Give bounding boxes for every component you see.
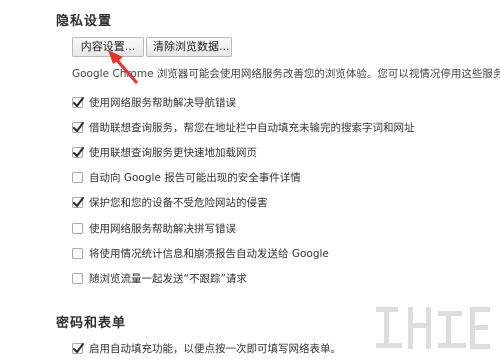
- checkmark-icon: [73, 197, 84, 208]
- checkbox-label: 自动向 Google 报告可能出现的安全事件详情: [89, 172, 301, 185]
- checkbox-unchecked[interactable]: [72, 172, 83, 184]
- checkbox-unchecked[interactable]: [72, 222, 83, 234]
- passwords-section-title: 密码和表单: [56, 316, 127, 331]
- checkbox-label: 使用网络服务帮助解决拼写错误: [89, 222, 236, 235]
- checkmark-icon: [73, 146, 84, 157]
- checkbox-row[interactable]: 保护您和您的设备不受危险网站的侵害: [72, 195, 268, 211]
- content-settings-button[interactable]: 内容设置...: [72, 37, 144, 57]
- checkbox-row[interactable]: 借助联想查询服务，帮您在地址栏中自动填充未输完的搜索字词和网址: [72, 119, 415, 135]
- checkbox-label: 将使用情况统计信息和崩溃报告自动发送给 Google: [89, 247, 329, 260]
- checkbox-row[interactable]: 启用自动填充功能，以便点按一次即可填写网络表单。: [72, 340, 341, 356]
- privacy-description: Google Chrome 浏览器可能会使用网络服务改善您的浏览体验。您可以视情…: [72, 68, 500, 80]
- checkbox-row[interactable]: 将使用情况统计信息和崩溃报告自动发送给 Google: [72, 245, 329, 261]
- checkmark-icon: [73, 342, 84, 353]
- watermark-logo-icon: [376, 307, 490, 349]
- checkbox-label: 随浏览流量一起发送“不跟踪”请求: [89, 272, 247, 285]
- checkbox-row[interactable]: 使用网络服务帮助解决导航错误: [72, 94, 236, 110]
- checkbox-label: 使用联想查询服务更快速地加载网页: [89, 146, 257, 159]
- checkbox-checked[interactable]: [72, 146, 84, 158]
- checkbox-checked[interactable]: [72, 197, 84, 209]
- checkmark-icon: [73, 96, 84, 107]
- checkbox-label: 保护您和您的设备不受危险网站的侵害: [89, 197, 268, 210]
- checkbox-row[interactable]: 使用联想查询服务更快速地加载网页: [72, 144, 257, 160]
- privacy-section-title: 隐私设置: [56, 14, 113, 29]
- checkbox-checked[interactable]: [72, 96, 84, 108]
- chrome-settings-page: 隐私设置 内容设置... 清除浏览数据... Google Chrome 浏览器…: [0, 0, 500, 359]
- checkbox-row[interactable]: 使用网络服务帮助解决拼写错误: [72, 220, 236, 236]
- checkbox-label: 启用自动填充功能，以便点按一次即可填写网络表单。: [89, 342, 341, 355]
- checkbox-unchecked[interactable]: [72, 247, 83, 259]
- checkbox-unchecked[interactable]: [72, 272, 83, 284]
- checkbox-row[interactable]: 随浏览流量一起发送“不跟踪”请求: [72, 270, 247, 286]
- clear-browsing-data-button[interactable]: 清除浏览数据...: [146, 37, 232, 57]
- checkbox-label: 借助联想查询服务，帮您在地址栏中自动填充未输完的搜索字词和网址: [89, 121, 415, 134]
- checkbox-checked[interactable]: [72, 121, 84, 133]
- checkmark-icon: [73, 121, 84, 132]
- checkbox-row[interactable]: 自动向 Google 报告可能出现的安全事件详情: [72, 170, 301, 186]
- checkbox-checked[interactable]: [72, 342, 84, 354]
- checkbox-label: 使用网络服务帮助解决导航错误: [89, 96, 236, 109]
